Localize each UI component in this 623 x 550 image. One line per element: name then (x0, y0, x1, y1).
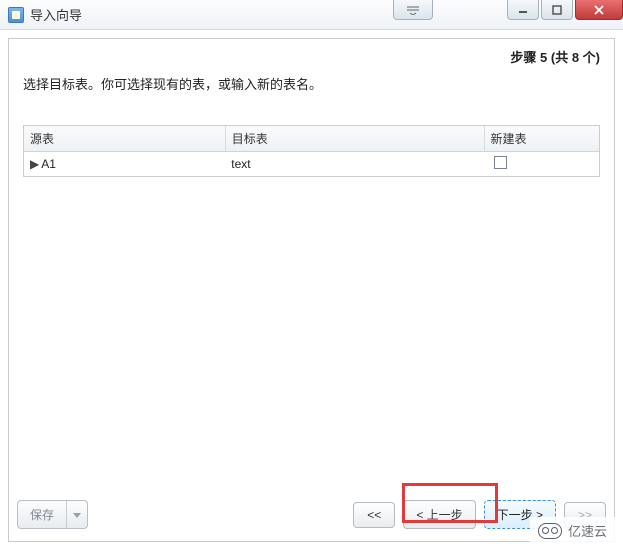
cell-target[interactable]: text (225, 152, 484, 177)
wizard-frame: 步骤 5 (共 8 个) 选择目标表。你可选择现有的表，或输入新的表名。 源表 … (8, 38, 615, 542)
column-header-target[interactable]: 目标表 (225, 126, 484, 152)
maximize-button[interactable] (541, 0, 573, 20)
minimize-button[interactable] (507, 0, 539, 20)
table-row[interactable]: ▶A1 text (24, 152, 599, 177)
close-button[interactable] (575, 0, 623, 20)
dropdown-button[interactable] (393, 0, 433, 20)
watermark-text: 亿速云 (568, 521, 607, 540)
instruction-text: 选择目标表。你可选择现有的表，或输入新的表名。 (9, 70, 614, 97)
window-title: 导入向导 (30, 5, 82, 24)
create-table-checkbox[interactable] (494, 156, 507, 169)
watermark: 亿速云 (530, 517, 615, 544)
column-header-source[interactable]: 源表 (24, 126, 225, 152)
column-header-create[interactable]: 新建表 (484, 126, 599, 152)
window-controls (505, 0, 623, 20)
save-split-button: 保存 (17, 500, 88, 529)
button-bar: 保存 << < 上一步 下一步 > >> (17, 500, 606, 529)
titlebar: 导入向导 (0, 0, 623, 30)
row-marker-icon: ▶ (30, 157, 39, 171)
cell-source[interactable]: A1 (41, 157, 56, 171)
grid-header-row: 源表 目标表 新建表 (24, 126, 599, 152)
prev-button[interactable]: < 上一步 (403, 500, 475, 529)
save-button[interactable]: 保存 (18, 501, 67, 528)
table-mapping-grid: 源表 目标表 新建表 ▶A1 text (23, 125, 600, 177)
first-button[interactable]: << (353, 502, 395, 528)
save-dropdown-button[interactable] (67, 501, 87, 528)
step-label: 步骤 5 (共 8 个) (9, 39, 614, 70)
window-body: 步骤 5 (共 8 个) 选择目标表。你可选择现有的表，或输入新的表名。 源表 … (0, 30, 623, 550)
watermark-icon (538, 523, 562, 539)
app-icon (8, 7, 24, 23)
